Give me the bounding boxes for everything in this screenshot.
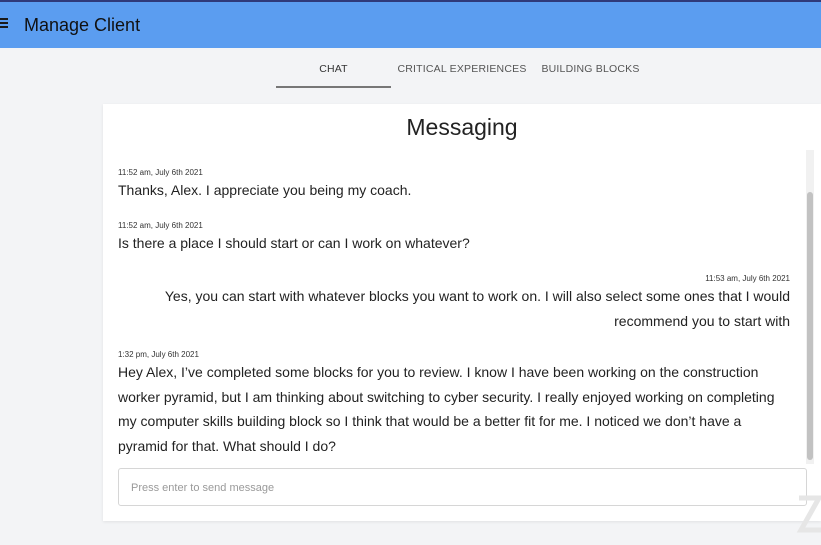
app-title: Manage Client bbox=[24, 15, 141, 35]
scrollbar-thumb[interactable] bbox=[807, 192, 813, 460]
message-input[interactable] bbox=[129, 469, 793, 507]
message-text: Hey Alex, I’ve completed some blocks for… bbox=[118, 364, 775, 454]
message-composer bbox=[118, 468, 807, 507]
hamburger-menu-icon[interactable] bbox=[0, 15, 8, 31]
message-timestamp: 11:53 am, July 6th 2021 bbox=[705, 274, 790, 283]
message-item: 11:52 am, July 6th 2021 Thanks, Alex. I … bbox=[118, 168, 790, 203]
message-text: Is there a place I should start or can I… bbox=[118, 235, 470, 251]
messaging-panel: Messaging 11:52 am, July 6th 2021 Thanks… bbox=[103, 104, 821, 521]
message-item: 11:52 am, July 6th 2021 Is there a place… bbox=[118, 221, 790, 256]
tab-bar: CHAT CRITICAL EXPERIENCES BUILDING BLOCK… bbox=[276, 52, 648, 88]
message-text: Thanks, Alex. I appreciate you being my … bbox=[118, 182, 412, 198]
message-item-outgoing: 11:53 am, July 6th 2021 Yes, you can sta… bbox=[118, 274, 790, 333]
menu-line bbox=[0, 18, 8, 20]
top-app-bar: Manage Client bbox=[0, 0, 821, 48]
message-timestamp: 11:52 am, July 6th 2021 bbox=[118, 168, 203, 177]
message-timestamp: 11:52 am, July 6th 2021 bbox=[118, 221, 203, 230]
message-text: Yes, you can start with whatever blocks … bbox=[164, 288, 790, 329]
tab-chat[interactable]: CHAT bbox=[276, 52, 391, 88]
message-scrollbar[interactable] bbox=[806, 150, 814, 464]
tab-critical-experiences[interactable]: CRITICAL EXPERIENCES bbox=[391, 52, 533, 86]
tab-building-blocks[interactable]: BUILDING BLOCKS bbox=[533, 52, 648, 86]
message-list[interactable]: 11:52 am, July 6th 2021 Thanks, Alex. I … bbox=[118, 162, 790, 462]
menu-line bbox=[0, 26, 8, 28]
z-watermark-icon bbox=[796, 495, 821, 533]
menu-line bbox=[0, 22, 8, 24]
message-item: 1:32 pm, July 6th 2021 Hey Alex, I’ve co… bbox=[118, 350, 790, 458]
message-timestamp: 1:32 pm, July 6th 2021 bbox=[118, 350, 199, 359]
messaging-title: Messaging bbox=[406, 114, 518, 140]
